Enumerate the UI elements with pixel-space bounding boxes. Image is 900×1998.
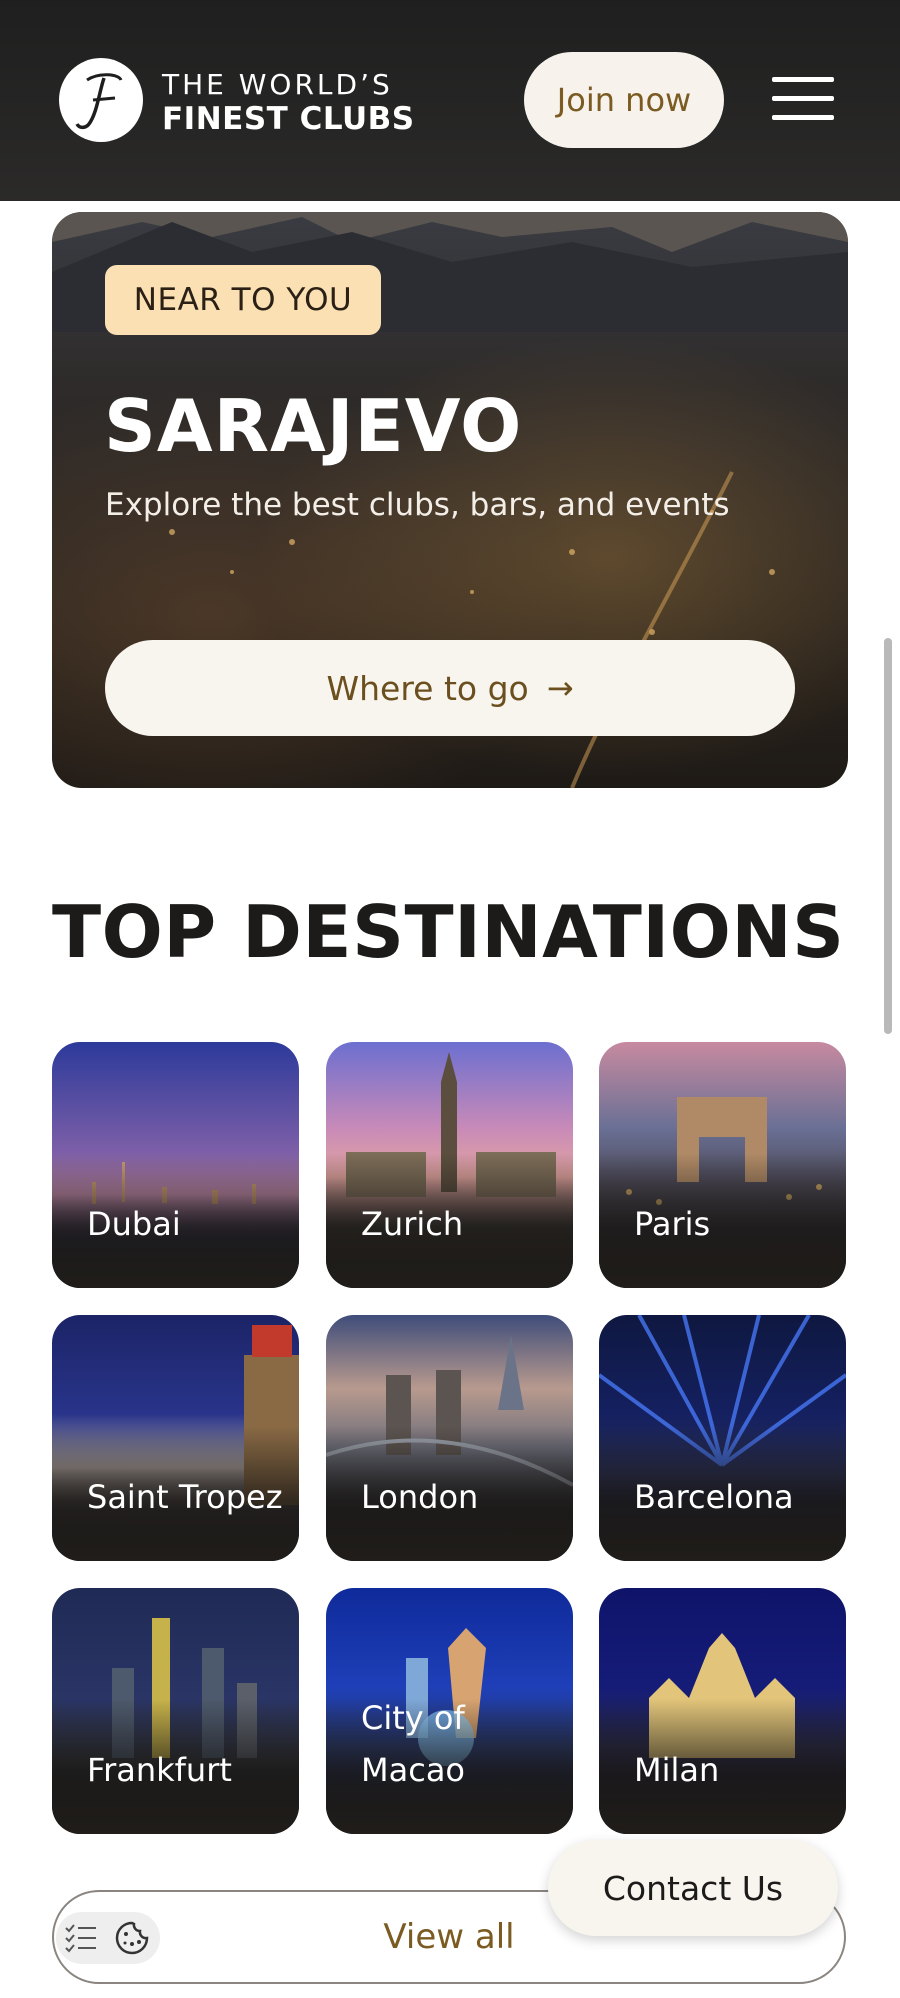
hamburger-icon[interactable] <box>770 74 836 124</box>
destination-label: Paris <box>634 1205 711 1243</box>
destination-label: Frankfurt <box>87 1751 232 1789</box>
logo-text-bottom: FINEST CLUBS <box>162 101 415 137</box>
arrow-right-icon: → <box>546 669 574 707</box>
checklist-icon[interactable] <box>64 1922 98 1954</box>
destination-tile-macao[interactable]: City of Macao <box>326 1588 573 1834</box>
city-subtitle: Explore the best clubs, bars, and events <box>105 487 730 523</box>
destination-tile-saint-tropez[interactable]: Saint Tropez <box>52 1315 299 1561</box>
logo-icon[interactable] <box>59 58 143 142</box>
destination-label: Dubai <box>87 1205 181 1243</box>
destination-tile-paris[interactable]: Paris <box>599 1042 846 1288</box>
destination-label: Saint Tropez <box>87 1478 283 1516</box>
logo-text-top: THE WORLD’S <box>162 68 393 101</box>
cookie-icon[interactable] <box>114 1920 150 1956</box>
destination-tile-frankfurt[interactable]: Frankfurt <box>52 1588 299 1834</box>
contact-us-button[interactable]: Contact Us <box>548 1840 838 1936</box>
top-destinations-heading: TOP DESTINATIONS <box>52 890 845 974</box>
destination-label: London <box>361 1478 479 1516</box>
destination-tile-barcelona[interactable]: Barcelona <box>599 1315 846 1561</box>
page-scrollbar[interactable] <box>884 638 892 1034</box>
near-you-badge: NEAR TO YOU <box>105 265 381 335</box>
cookie-settings-pill[interactable] <box>56 1912 160 1964</box>
destination-tile-dubai[interactable]: Dubai <box>52 1042 299 1288</box>
destination-tile-london[interactable]: London <box>326 1315 573 1561</box>
near-you-card: NEAR TO YOU SARAJEVO Explore the best cl… <box>52 212 848 788</box>
destination-tile-zurich[interactable]: Zurich <box>326 1042 573 1288</box>
destination-tile-milan[interactable]: Milan <box>599 1588 846 1834</box>
destination-label: Barcelona <box>634 1478 794 1516</box>
destination-label: Milan <box>634 1751 720 1789</box>
site-header: THE WORLD’S FINEST CLUBS Join now <box>0 0 900 201</box>
destination-label: City of Macao <box>361 1699 465 1789</box>
destination-label: Zurich <box>361 1205 464 1243</box>
where-to-go-label: Where to go <box>326 668 529 708</box>
city-title: SARAJEVO <box>104 384 523 468</box>
join-now-button[interactable]: Join now <box>524 52 724 148</box>
where-to-go-button[interactable]: Where to go → <box>105 640 795 736</box>
